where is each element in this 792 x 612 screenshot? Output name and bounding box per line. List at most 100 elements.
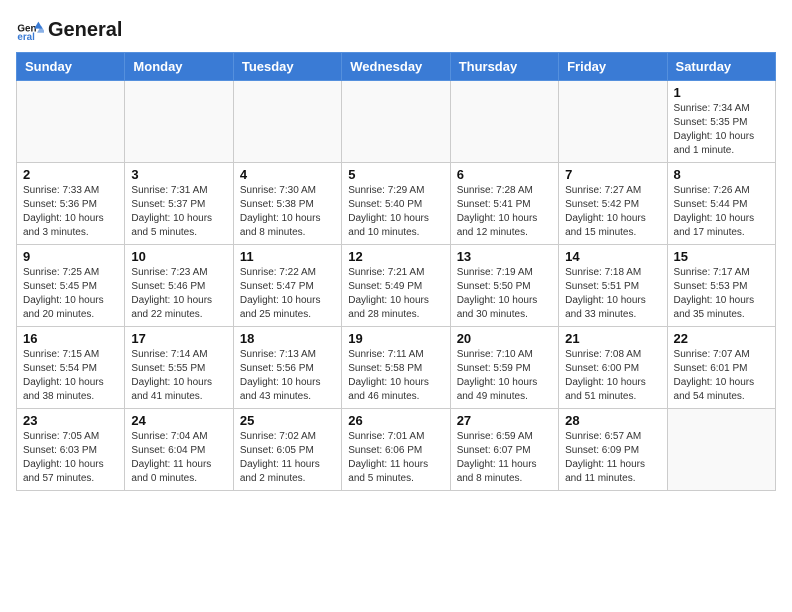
day-info: Sunrise: 7:04 AM Sunset: 6:04 PM Dayligh…	[131, 430, 226, 486]
weekday-header-friday: Friday	[559, 53, 667, 81]
calendar-table: SundayMondayTuesdayWednesdayThursdayFrid…	[16, 52, 776, 491]
day-info: Sunrise: 7:08 AM Sunset: 6:00 PM Dayligh…	[565, 348, 660, 404]
day-number: 6	[457, 167, 552, 182]
calendar-cell: 22Sunrise: 7:07 AM Sunset: 6:01 PM Dayli…	[667, 327, 775, 409]
day-number: 21	[565, 331, 660, 346]
calendar-cell: 14 Sunrise: 7:18 AM Sunset: 5:51 PM Dayli…	[559, 245, 667, 327]
day-number: 25	[240, 413, 335, 428]
page-header: Gen eral General	[16, 16, 776, 44]
day-number: 10	[131, 249, 226, 264]
logo: Gen eral General	[16, 16, 122, 44]
calendar-cell	[450, 81, 558, 163]
calendar-cell	[125, 81, 233, 163]
calendar-cell: 7 Sunrise: 7:27 AM Sunset: 5:42 PM Daylig…	[559, 163, 667, 245]
calendar-cell: 16 Sunrise: 7:15 AM Sunset: 5:54 PM Dayli…	[17, 327, 125, 409]
calendar-cell: 26 Sunrise: 7:01 AM Sunset: 6:06 PM Dayli…	[342, 409, 450, 491]
day-number: 11	[240, 249, 335, 264]
day-info: Sunrise: 7:07 AM Sunset: 6:01 PM Dayligh…	[674, 348, 769, 404]
weekday-header-monday: Monday	[125, 53, 233, 81]
day-number: 23	[23, 413, 118, 428]
day-number: 4	[240, 167, 335, 182]
calendar-cell: 1 Sunrise: 7:34 AM Sunset: 5:35 PM Daylig…	[667, 81, 775, 163]
weekday-header-row: SundayMondayTuesdayWednesdayThursdayFrid…	[17, 53, 776, 81]
week-row-2: 2 Sunrise: 7:33 AM Sunset: 5:36 PM Daylig…	[17, 163, 776, 245]
calendar-cell: 19 Sunrise: 7:11 AM Sunset: 5:58 PM Dayli…	[342, 327, 450, 409]
calendar-cell: 21 Sunrise: 7:08 AM Sunset: 6:00 PM Dayli…	[559, 327, 667, 409]
calendar-cell: 5 Sunrise: 7:29 AM Sunset: 5:40 PM Daylig…	[342, 163, 450, 245]
logo-text: General	[48, 19, 122, 41]
day-info: Sunrise: 7:13 AM Sunset: 5:56 PM Dayligh…	[240, 348, 335, 404]
day-number: 26	[348, 413, 443, 428]
day-info: Sunrise: 7:01 AM Sunset: 6:06 PM Dayligh…	[348, 430, 443, 486]
day-number: 27	[457, 413, 552, 428]
weekday-header-saturday: Saturday	[667, 53, 775, 81]
day-number: 3	[131, 167, 226, 182]
calendar-cell: 28 Sunrise: 6:57 AM Sunset: 6:09 PM Dayli…	[559, 409, 667, 491]
week-row-4: 16 Sunrise: 7:15 AM Sunset: 5:54 PM Dayli…	[17, 327, 776, 409]
day-info: Sunrise: 6:59 AM Sunset: 6:07 PM Dayligh…	[457, 430, 552, 486]
day-number: 15	[674, 249, 769, 264]
day-info: Sunrise: 7:23 AM Sunset: 5:46 PM Dayligh…	[131, 266, 226, 322]
day-info: Sunrise: 7:25 AM Sunset: 5:45 PM Dayligh…	[23, 266, 118, 322]
calendar-cell: 24 Sunrise: 7:04 AM Sunset: 6:04 PM Dayli…	[125, 409, 233, 491]
day-info: Sunrise: 7:31 AM Sunset: 5:37 PM Dayligh…	[131, 184, 226, 240]
calendar-cell: 17Sunrise: 7:14 AM Sunset: 5:55 PM Dayli…	[125, 327, 233, 409]
calendar-cell: 15 Sunrise: 7:17 AM Sunset: 5:53 PM Dayli…	[667, 245, 775, 327]
calendar-cell: 9 Sunrise: 7:25 AM Sunset: 5:45 PM Daylig…	[17, 245, 125, 327]
calendar-cell: 13 Sunrise: 7:19 AM Sunset: 5:50 PM Dayli…	[450, 245, 558, 327]
calendar-cell: 18 Sunrise: 7:13 AM Sunset: 5:56 PM Dayli…	[233, 327, 341, 409]
day-info: Sunrise: 7:33 AM Sunset: 5:36 PM Dayligh…	[23, 184, 118, 240]
day-info: Sunrise: 6:57 AM Sunset: 6:09 PM Dayligh…	[565, 430, 660, 486]
day-number: 16	[23, 331, 118, 346]
week-row-5: 23 Sunrise: 7:05 AM Sunset: 6:03 PM Dayli…	[17, 409, 776, 491]
day-number: 20	[457, 331, 552, 346]
day-number: 24	[131, 413, 226, 428]
svg-text:eral: eral	[17, 32, 35, 43]
day-info: Sunrise: 7:21 AM Sunset: 5:49 PM Dayligh…	[348, 266, 443, 322]
day-info: Sunrise: 7:14 AM Sunset: 5:55 PM Dayligh…	[131, 348, 226, 404]
day-number: 14	[565, 249, 660, 264]
day-number: 5	[348, 167, 443, 182]
day-number: 9	[23, 249, 118, 264]
calendar-cell: 20Sunrise: 7:10 AM Sunset: 5:59 PM Dayli…	[450, 327, 558, 409]
week-row-3: 9 Sunrise: 7:25 AM Sunset: 5:45 PM Daylig…	[17, 245, 776, 327]
weekday-header-wednesday: Wednesday	[342, 53, 450, 81]
calendar-cell: 11 Sunrise: 7:22 AM Sunset: 5:47 PM Dayli…	[233, 245, 341, 327]
weekday-header-sunday: Sunday	[17, 53, 125, 81]
calendar-cell	[667, 409, 775, 491]
weekday-header-tuesday: Tuesday	[233, 53, 341, 81]
day-number: 2	[23, 167, 118, 182]
calendar-cell: 23 Sunrise: 7:05 AM Sunset: 6:03 PM Dayli…	[17, 409, 125, 491]
day-info: Sunrise: 7:18 AM Sunset: 5:51 PM Dayligh…	[565, 266, 660, 322]
day-info: Sunrise: 7:29 AM Sunset: 5:40 PM Dayligh…	[348, 184, 443, 240]
day-number: 7	[565, 167, 660, 182]
week-row-1: 1 Sunrise: 7:34 AM Sunset: 5:35 PM Daylig…	[17, 81, 776, 163]
logo-icon: Gen eral	[16, 16, 44, 44]
day-number: 12	[348, 249, 443, 264]
day-number: 1	[674, 85, 769, 100]
day-info: Sunrise: 7:17 AM Sunset: 5:53 PM Dayligh…	[674, 266, 769, 322]
day-info: Sunrise: 7:22 AM Sunset: 5:47 PM Dayligh…	[240, 266, 335, 322]
day-info: Sunrise: 7:30 AM Sunset: 5:38 PM Dayligh…	[240, 184, 335, 240]
day-number: 18	[240, 331, 335, 346]
day-info: Sunrise: 7:27 AM Sunset: 5:42 PM Dayligh…	[565, 184, 660, 240]
day-number: 13	[457, 249, 552, 264]
calendar-cell: 12 Sunrise: 7:21 AM Sunset: 5:49 PM Dayli…	[342, 245, 450, 327]
calendar-cell: 4 Sunrise: 7:30 AM Sunset: 5:38 PM Daylig…	[233, 163, 341, 245]
day-info: Sunrise: 7:34 AM Sunset: 5:35 PM Dayligh…	[674, 102, 769, 158]
day-info: Sunrise: 7:28 AM Sunset: 5:41 PM Dayligh…	[457, 184, 552, 240]
calendar-cell: 10 Sunrise: 7:23 AM Sunset: 5:46 PM Dayli…	[125, 245, 233, 327]
day-info: Sunrise: 7:19 AM Sunset: 5:50 PM Dayligh…	[457, 266, 552, 322]
day-info: Sunrise: 7:05 AM Sunset: 6:03 PM Dayligh…	[23, 430, 118, 486]
day-number: 19	[348, 331, 443, 346]
day-number: 28	[565, 413, 660, 428]
calendar-cell	[17, 81, 125, 163]
day-info: Sunrise: 7:02 AM Sunset: 6:05 PM Dayligh…	[240, 430, 335, 486]
day-info: Sunrise: 7:15 AM Sunset: 5:54 PM Dayligh…	[23, 348, 118, 404]
weekday-header-thursday: Thursday	[450, 53, 558, 81]
calendar-cell: 25 Sunrise: 7:02 AM Sunset: 6:05 PM Dayli…	[233, 409, 341, 491]
calendar-cell	[233, 81, 341, 163]
calendar-cell: 2 Sunrise: 7:33 AM Sunset: 5:36 PM Daylig…	[17, 163, 125, 245]
day-info: Sunrise: 7:11 AM Sunset: 5:58 PM Dayligh…	[348, 348, 443, 404]
calendar-cell: 6 Sunrise: 7:28 AM Sunset: 5:41 PM Daylig…	[450, 163, 558, 245]
